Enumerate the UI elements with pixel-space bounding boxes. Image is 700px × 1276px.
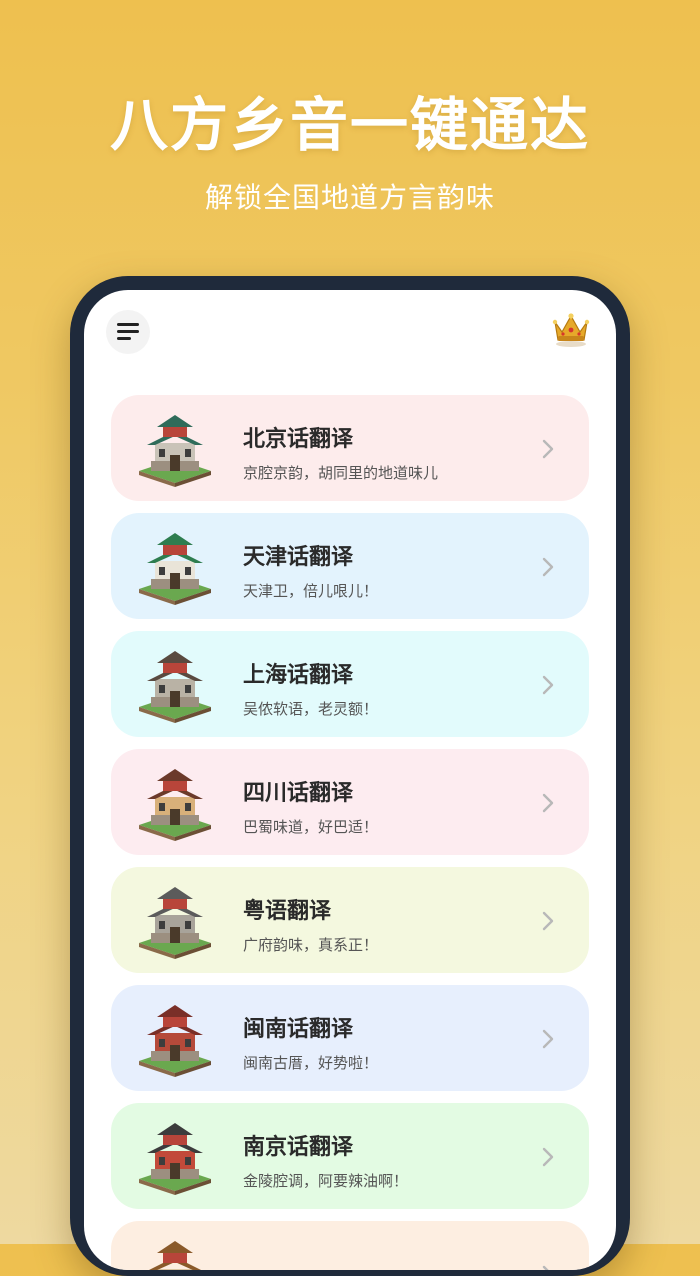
app-screen: 北京话翻译 京腔京韵，胡同里的地道味儿 天津话翻译 天津卫，倍儿哏儿！ 上海话翻… xyxy=(84,290,616,1270)
dialect-card[interactable]: 粤语翻译 广府韵味，真系正！ xyxy=(111,867,589,973)
guangdong-hall-icon xyxy=(133,881,217,959)
dialect-card[interactable]: 四川话翻译 巴蜀味道，好巴适！ xyxy=(111,749,589,855)
dialect-list: 北京话翻译 京腔京韵，胡同里的地道味儿 天津话翻译 天津卫，倍儿哏儿！ 上海话翻… xyxy=(111,395,589,1270)
dialect-description: 天津卫，倍儿哏儿！ xyxy=(243,582,379,600)
promo-headline: 八方乡音一键通达 xyxy=(109,91,590,159)
dialect-card[interactable]: 天津话翻译 天津卫，倍儿哏儿！ xyxy=(111,513,589,619)
dialect-card[interactable]: 闽南话翻译 闽南古厝，好势啦！ xyxy=(111,985,589,1091)
dialect-card[interactable]: 北京话翻译 京腔京韵，胡同里的地道味儿 xyxy=(111,395,589,501)
menu-icon[interactable] xyxy=(106,310,150,354)
nanjing-gate-icon xyxy=(133,1117,217,1195)
dialect-title: 北京话翻译 xyxy=(243,427,354,452)
dialect-title: 南京话翻译 xyxy=(243,1135,354,1160)
dialect-description: 闽南古厝，好势啦！ xyxy=(243,1054,379,1072)
chevron-right-icon xyxy=(541,674,555,696)
chevron-right-icon xyxy=(541,438,555,460)
chevron-right-icon xyxy=(541,556,555,578)
chevron-right-icon xyxy=(541,910,555,932)
sichuan-pavilion-icon xyxy=(133,763,217,841)
dialect-description: 广府韵味，真系正！ xyxy=(243,936,379,954)
dialect-card[interactable] xyxy=(111,1221,589,1270)
dialect-card[interactable]: 上海话翻译 吴侬软语，老灵额！ xyxy=(111,631,589,737)
dialect-title: 四川话翻译 xyxy=(243,781,354,806)
dialect-title: 闽南话翻译 xyxy=(243,1017,354,1042)
chevron-right-icon xyxy=(541,792,555,814)
dialect-title: 粤语翻译 xyxy=(243,899,332,924)
dialect-description: 京腔京韵，胡同里的地道味儿 xyxy=(243,464,439,482)
crown-icon[interactable] xyxy=(550,308,592,350)
dialect-description: 巴蜀味道，好巴适！ xyxy=(243,818,379,836)
dialect-title: 上海话翻译 xyxy=(243,663,354,688)
dialect-description: 吴侬软语，老灵额！ xyxy=(243,700,379,718)
chevron-right-icon xyxy=(541,1028,555,1050)
beijing-drum-tower-icon xyxy=(133,409,217,487)
building-icon xyxy=(133,1235,217,1270)
dialect-title: 天津话翻译 xyxy=(243,545,354,570)
minnan-house-icon xyxy=(133,999,217,1077)
dialect-description: 金陵腔调，阿要辣油啊！ xyxy=(243,1172,409,1190)
dialect-card[interactable]: 南京话翻译 金陵腔调，阿要辣油啊！ xyxy=(111,1103,589,1209)
shanghai-shikumen-icon xyxy=(133,645,217,723)
tianjin-tower-icon xyxy=(133,527,217,605)
chevron-right-icon xyxy=(541,1146,555,1168)
chevron-right-icon xyxy=(541,1264,555,1270)
promo-subheadline: 解锁全国地道方言韵味 xyxy=(204,181,495,214)
